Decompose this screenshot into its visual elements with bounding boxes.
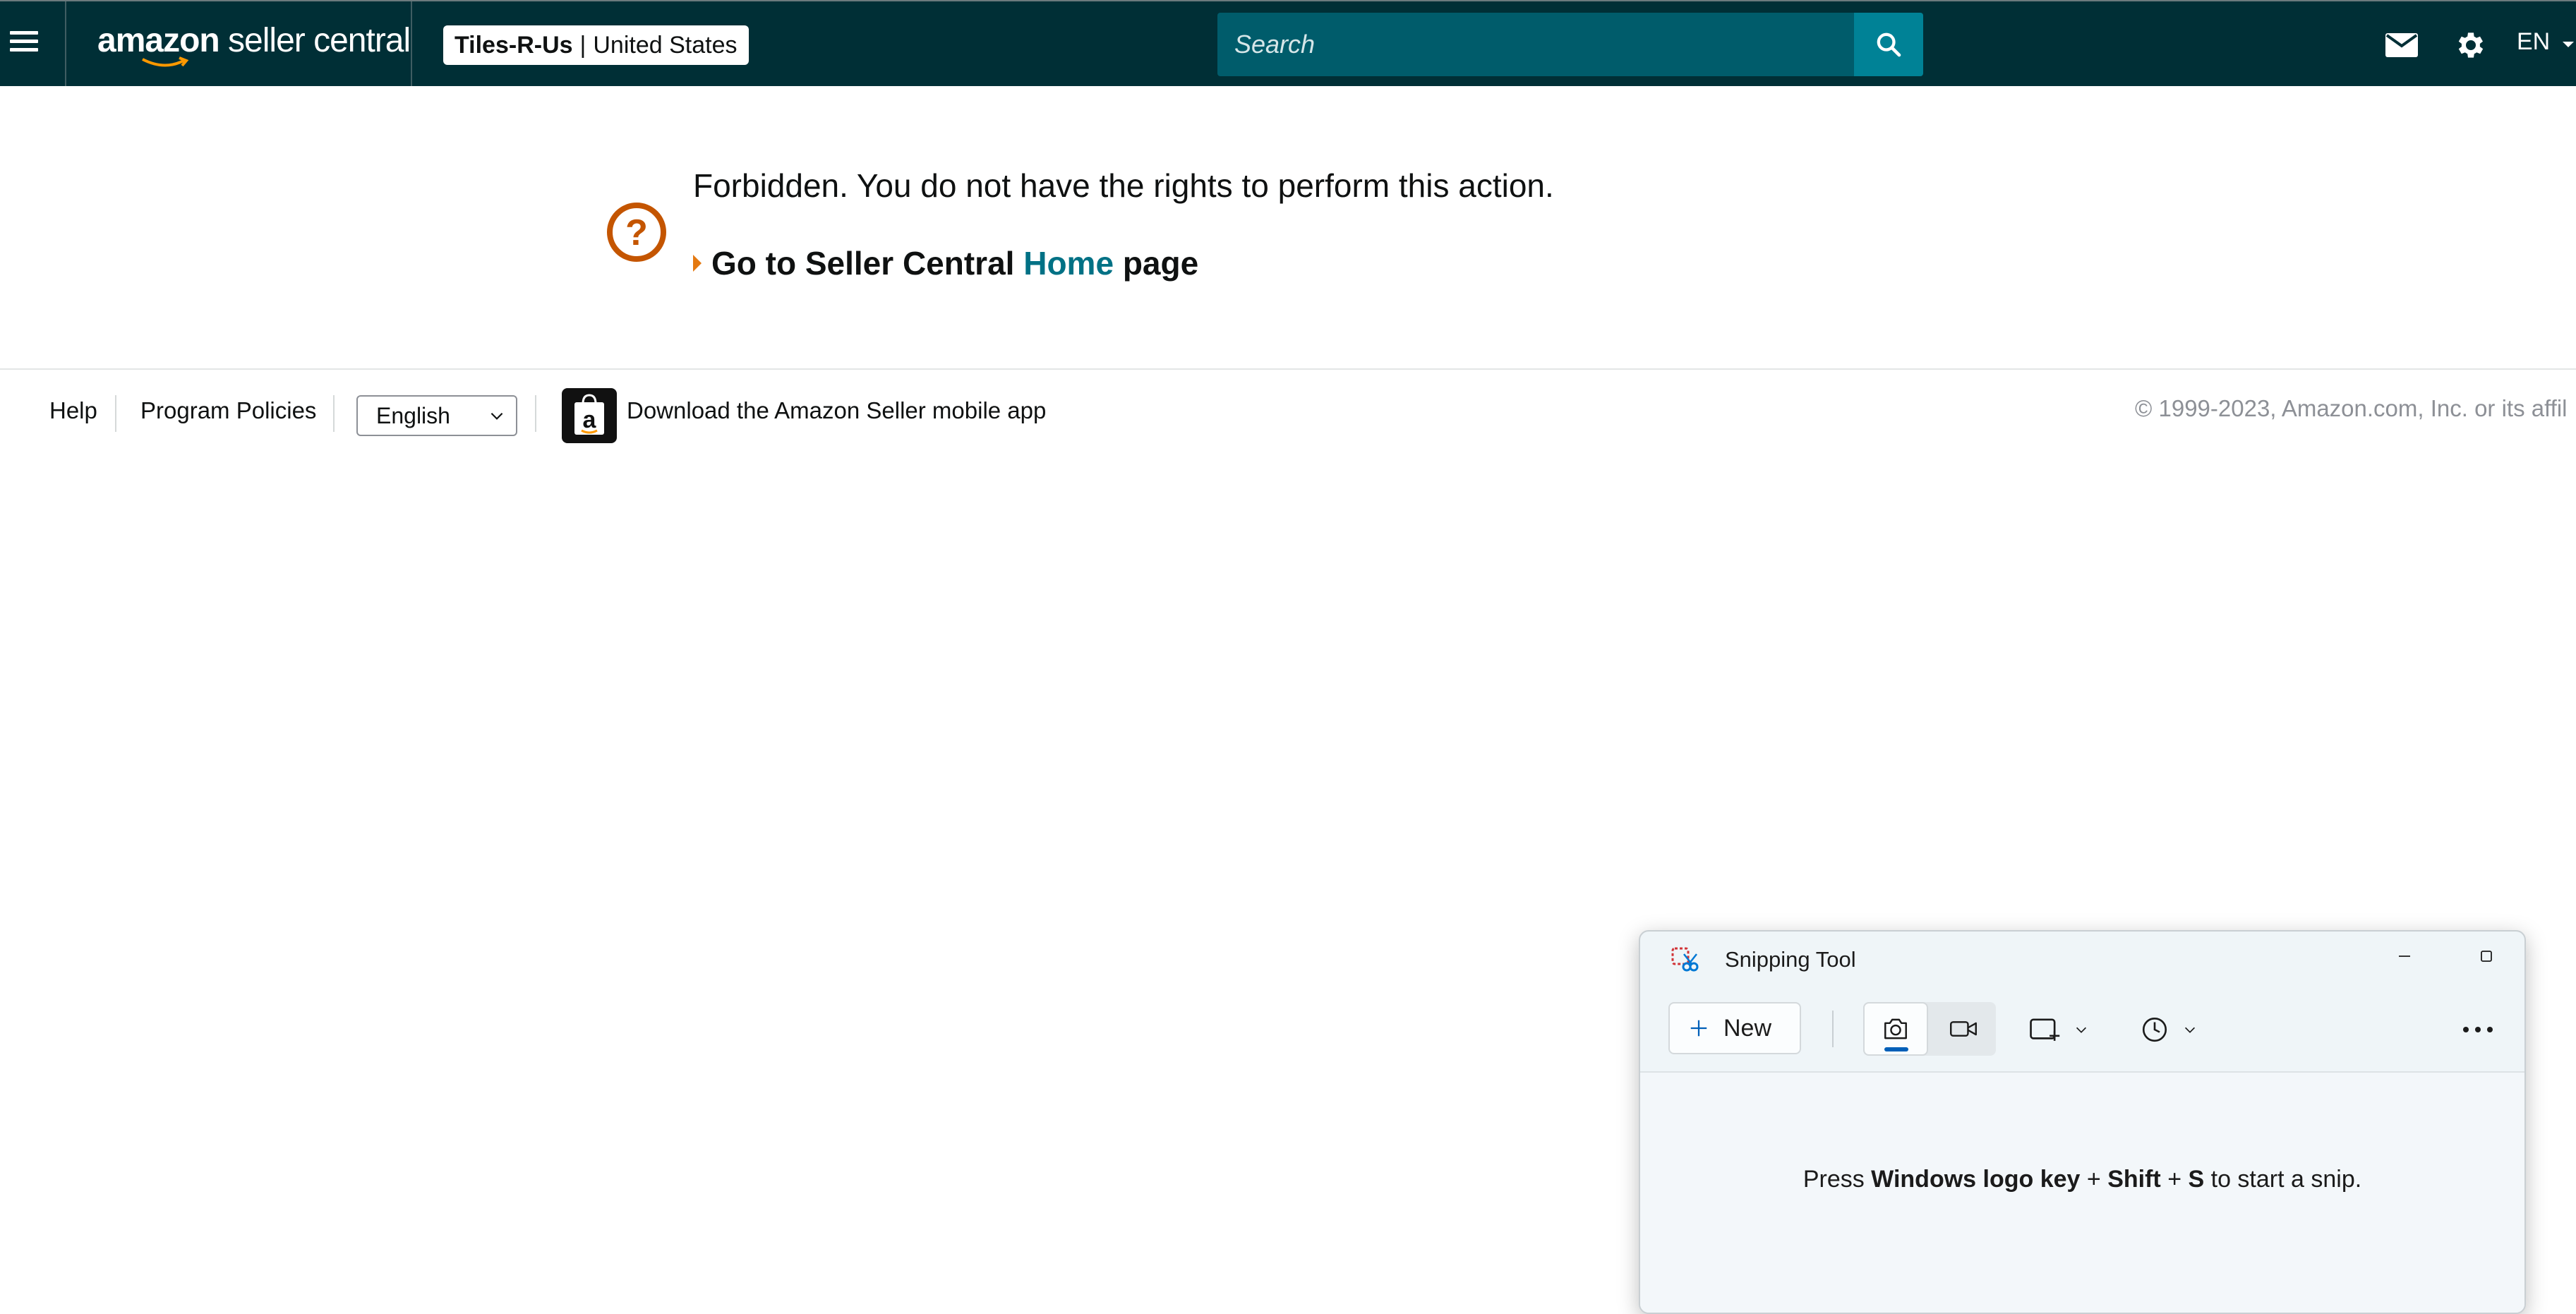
snipping-tool-window[interactable]: Snipping Tool New Press Windows logo key… [1639,930,2526,1314]
search-placeholder: Search [1234,30,1316,59]
maximize-icon [2481,951,2492,962]
language-dropdown[interactable]: English [356,395,517,436]
content-divider [0,368,2576,370]
snipping-tool-canvas: Press Windows logo key + Shift + S to st… [1640,1071,2524,1313]
help-link[interactable]: Help [49,397,97,424]
active-mode-indicator [1884,1047,1908,1051]
go-prefix: Go to Seller Central [711,245,1015,282]
go-suffix: page [1122,245,1199,282]
more-options-button[interactable] [2453,1005,2503,1054]
ellipsis-icon [2463,1027,2493,1032]
snip-hint-text: Press Windows logo key + Shift + S to st… [1802,1166,2362,1193]
minimize-button[interactable] [2380,939,2429,974]
program-policies-link[interactable]: Program Policies [140,397,316,424]
gear-icon[interactable] [2452,28,2486,62]
go-to-home-line: Go to Seller Central Home page [693,244,1198,282]
mail-icon[interactable] [2385,33,2418,57]
store-separator: | [579,31,586,59]
clock-icon [2142,1017,2167,1042]
svg-text:a: a [583,406,597,433]
shopping-bag-a-icon: a [574,394,604,435]
plus-icon [1690,1020,1707,1037]
search-icon [1877,32,1901,57]
rectangle-snip-icon [2030,1018,2060,1041]
video-mode-button[interactable] [1931,1002,1996,1056]
amazon-smile-icon [142,56,189,67]
store-selector[interactable]: Tiles-R-Us | United States [443,25,749,65]
store-name: Tiles-R-Us [455,31,573,59]
forbidden-message: Forbidden. You do not have the rights to… [693,167,1554,204]
snip-shape-dropdown[interactable] [2028,1005,2089,1054]
search-input[interactable]: Search [1217,13,1856,76]
store-region: United States [593,31,738,59]
download-app-link[interactable]: Download the Amazon Seller mobile app [627,397,1046,424]
caret-down-icon [2562,42,2574,47]
language-dropdown-value: English [376,402,450,428]
footer-divider [115,395,116,432]
new-snip-button[interactable]: New [1668,1002,1801,1054]
language-selector[interactable]: EN [2517,28,2575,56]
camera-icon [1884,1018,1907,1039]
nav-divider [65,1,66,86]
capture-mode-group [1863,1002,1996,1056]
video-camera-icon [1950,1021,1977,1037]
new-snip-label: New [1723,1014,1772,1042]
toolbar-divider [1832,1011,1834,1047]
hamburger-menu-icon[interactable] [10,31,38,55]
chevron-down-icon [490,412,503,420]
nav-divider [411,1,412,86]
chevron-down-icon [2184,1027,2196,1033]
copyright-text: © 1999-2023, Amazon.com, Inc. or its aff… [2135,395,2568,421]
language-code: EN [2517,28,2551,55]
amazon-seller-app-icon[interactable]: a [562,388,617,443]
footer-divider [333,395,335,432]
minimize-icon [2399,956,2410,957]
top-nav-bar: amazon seller central Tiles-R-Us | Unite… [0,0,2576,86]
chevron-down-icon [2076,1027,2087,1033]
home-link[interactable]: Home [1023,244,1114,282]
caret-right-icon [693,255,702,272]
search-button[interactable] [1854,13,1923,76]
amazon-seller-central-logo[interactable]: amazon seller central [97,21,411,71]
window-title: Snipping Tool [1725,947,1856,972]
delay-dropdown[interactable] [2140,1005,2198,1054]
question-circle-icon: ? [607,203,666,262]
snipping-tool-app-icon [1671,947,1699,972]
footer-divider [535,395,536,432]
maximize-button[interactable] [2462,939,2511,974]
screenshot-mode-button[interactable] [1863,1002,1928,1056]
svg-text:?: ? [625,212,648,253]
